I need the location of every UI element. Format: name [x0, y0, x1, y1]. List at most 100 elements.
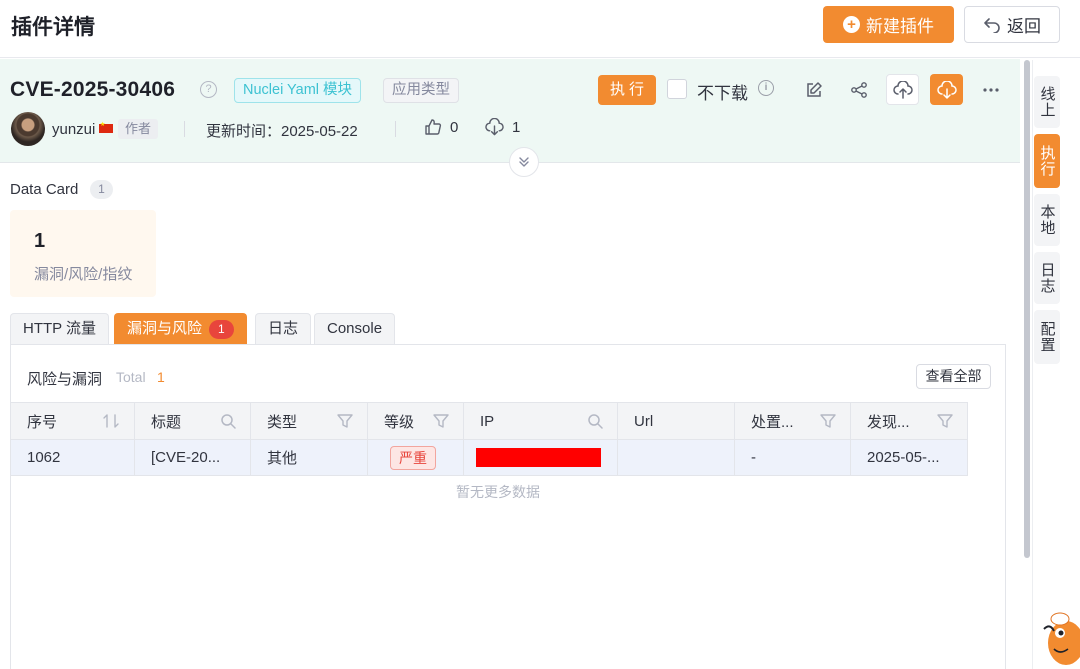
tab-logs[interactable]: 日志	[255, 313, 312, 344]
search-icon[interactable]	[220, 413, 236, 429]
divider	[184, 121, 185, 137]
back-label: 返回	[1007, 17, 1041, 36]
cell-found: 2025-05-...	[851, 440, 968, 475]
column-header-status[interactable]: 处置...	[735, 403, 851, 439]
column-label: Url	[634, 412, 654, 430]
double-chevron-down-icon	[519, 157, 529, 167]
type-tag: 应用类型	[383, 78, 459, 103]
download-count-display: 1	[485, 118, 520, 136]
share-icon	[850, 81, 867, 98]
tab-count-badge: 1	[209, 319, 234, 339]
tab-label: 漏洞与风险	[127, 320, 203, 337]
page-title: 插件详情	[11, 16, 95, 39]
column-label: 发现...	[867, 413, 910, 431]
more-dots-icon	[982, 87, 999, 92]
scrollbar[interactable]	[1024, 60, 1030, 558]
more-button[interactable]	[974, 74, 1007, 105]
back-button[interactable]: 返回	[964, 6, 1060, 43]
filter-icon[interactable]	[337, 413, 353, 429]
tab-vulnerabilities[interactable]: 漏洞与风险 1	[114, 313, 247, 344]
thumbs-up-icon	[425, 119, 442, 135]
divider	[395, 121, 396, 137]
total-label: Total	[116, 369, 146, 385]
rail-item-execute[interactable]: 执行	[1034, 134, 1060, 188]
tab-http-traffic[interactable]: HTTP 流量	[10, 313, 110, 344]
cell-status: -	[735, 440, 851, 475]
cell-type: 其他	[251, 440, 368, 475]
plugin-info-header: CVE-2025-30406 ? Nuclei Yaml 模块 应用类型 执行 …	[0, 59, 1020, 163]
rail-item-config[interactable]: 配置	[1034, 310, 1060, 364]
cell-id: 1062	[11, 440, 135, 475]
upload-button[interactable]	[886, 74, 919, 105]
sort-icon[interactable]	[102, 413, 120, 429]
like-button[interactable]: 0	[424, 118, 458, 136]
risk-table: 序号 标题 类型 等级 IP Url 处置... 发现... 1062 [CVE…	[11, 402, 968, 476]
plugin-title: CVE-2025-30406	[10, 78, 176, 101]
cloud-download-icon	[936, 80, 957, 99]
mascot-icon[interactable]	[1040, 603, 1080, 669]
like-count: 0	[450, 118, 459, 136]
top-header: 插件详情 + 新建插件 返回	[0, 0, 1080, 58]
edit-icon	[806, 81, 822, 97]
redaction-block	[476, 448, 601, 467]
author-tag: 作者	[118, 119, 159, 139]
column-header-type[interactable]: 类型	[251, 403, 368, 439]
right-rail: 线上 执行 本地 日志 配置	[1032, 60, 1080, 669]
help-icon[interactable]: ?	[200, 81, 217, 98]
view-all-button[interactable]: 查看全部	[916, 364, 991, 389]
rail-item-logs[interactable]: 日志	[1034, 252, 1060, 304]
edit-button[interactable]	[797, 74, 830, 105]
plus-circle-icon: +	[843, 16, 860, 33]
column-label: IP	[480, 412, 495, 430]
info-icon[interactable]: i	[758, 80, 774, 96]
module-tag: Nuclei Yaml 模块	[234, 78, 362, 103]
total-value: 1	[157, 369, 165, 385]
no-download-checkbox[interactable]	[667, 79, 687, 99]
rail-item-local[interactable]: 本地	[1034, 194, 1060, 246]
table-header: 序号 标题 类型 等级 IP Url 处置... 发现...	[11, 402, 968, 440]
data-card-count-badge: 1	[90, 180, 113, 199]
execute-button[interactable]: 执行	[598, 75, 656, 105]
tab-label: Console	[327, 320, 383, 337]
cloud-download-icon	[485, 118, 504, 136]
column-label: 类型	[267, 413, 298, 431]
filter-icon[interactable]	[937, 413, 953, 429]
avatar[interactable]	[11, 112, 45, 146]
data-card-label: 漏洞/风险/指纹	[34, 266, 133, 283]
table-row[interactable]: 1062 [CVE-20... 其他 严重 - 2025-05-...	[11, 440, 968, 476]
cell-ip	[464, 440, 618, 475]
no-download-label: 不下载	[697, 84, 748, 103]
data-card[interactable]: 1 漏洞/风险/指纹	[10, 210, 156, 297]
new-plugin-label: 新建插件	[866, 17, 934, 36]
new-plugin-button[interactable]: + 新建插件	[823, 6, 954, 43]
column-header-level[interactable]: 等级	[368, 403, 464, 439]
column-header-ip[interactable]: IP	[464, 403, 618, 439]
search-icon[interactable]	[587, 413, 603, 429]
data-card-title: Data Card	[10, 181, 79, 198]
column-header-url[interactable]: Url	[618, 403, 735, 439]
author-name[interactable]: yunzui	[52, 121, 95, 138]
column-header-found[interactable]: 发现...	[851, 403, 968, 439]
undo-arrow-icon	[984, 17, 1000, 33]
filter-icon[interactable]	[820, 413, 836, 429]
column-header-title[interactable]: 标题	[135, 403, 251, 439]
cell-title: [CVE-20...	[135, 440, 251, 475]
rail-item-online[interactable]: 线上	[1034, 76, 1060, 128]
collapse-toggle-button[interactable]	[509, 147, 539, 177]
risk-panel: 风险与漏洞 Total 1 查看全部 序号 标题 类型 等级 IP Url 处置…	[10, 344, 1006, 669]
column-label: 等级	[384, 413, 415, 431]
severity-badge: 严重	[390, 445, 436, 470]
download-count: 1	[512, 118, 521, 136]
tab-console[interactable]: Console	[314, 313, 396, 344]
filter-icon[interactable]	[433, 413, 449, 429]
column-header-id[interactable]: 序号	[11, 403, 135, 439]
share-button[interactable]	[842, 74, 875, 105]
cell-url	[618, 440, 735, 475]
china-flag-icon	[99, 121, 113, 133]
tab-label: 日志	[268, 320, 299, 337]
column-label: 标题	[151, 413, 182, 431]
column-label: 序号	[27, 413, 58, 431]
cell-level: 严重	[368, 440, 464, 475]
download-button[interactable]	[930, 74, 963, 105]
tab-label: HTTP 流量	[23, 320, 97, 337]
